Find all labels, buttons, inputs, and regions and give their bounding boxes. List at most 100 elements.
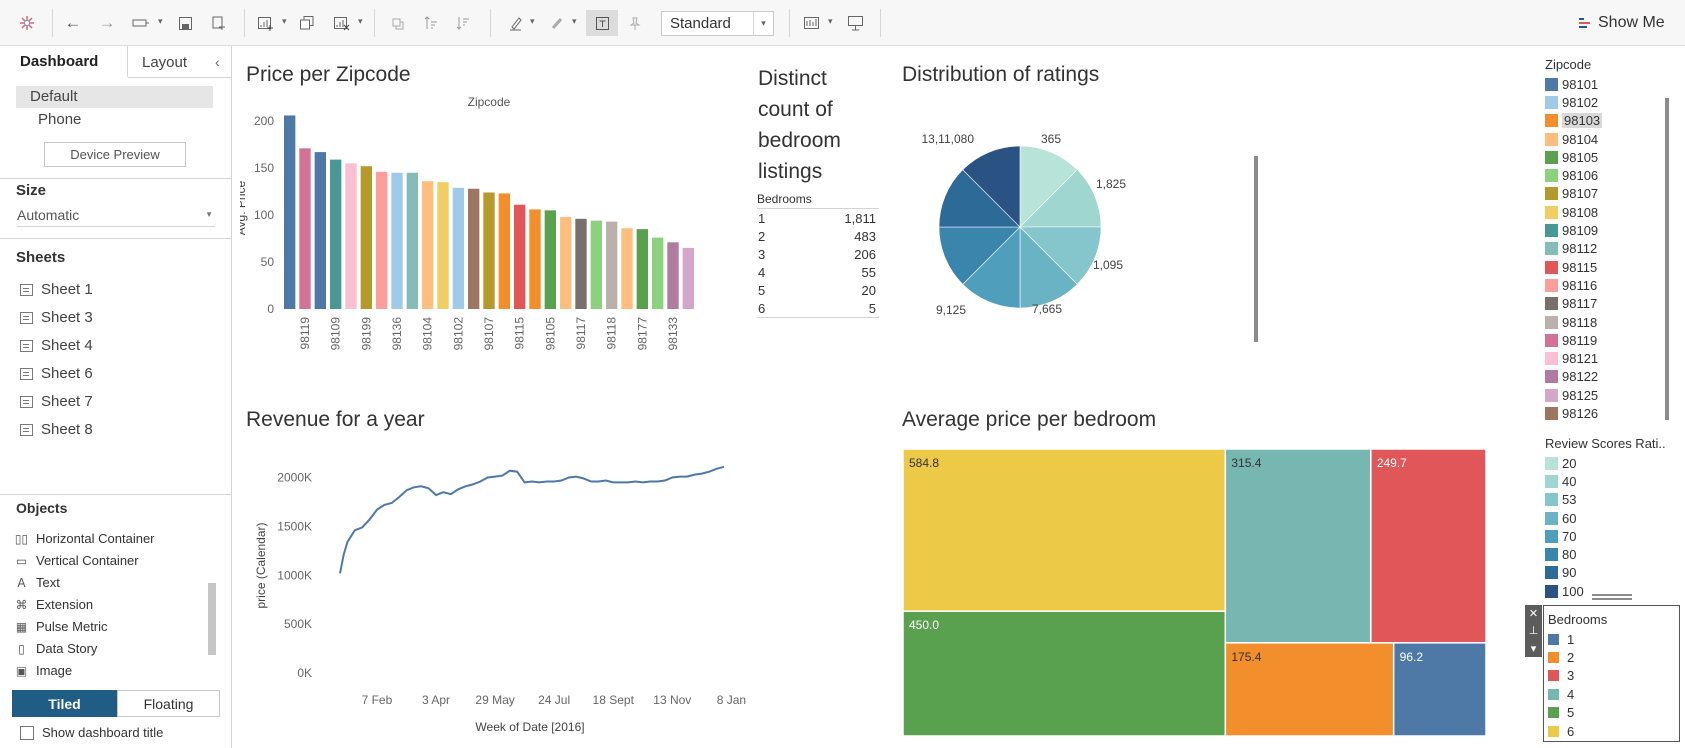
sheet-item[interactable]: Sheet 6 [20,365,93,382]
chevron-down-icon[interactable]: ▾ [530,16,535,27]
ratings-pie-chart: 3651,8251,0957,6659,1251,20,8155,62,4651… [922,132,1127,317]
sheet-item[interactable]: Sheet 7 [20,393,93,410]
sort-descending-icon[interactable] [452,12,474,34]
highlight-icon[interactable] [504,12,526,34]
sheet-item[interactable]: Sheet 1 [20,281,93,298]
sort-ascending-icon[interactable] [420,12,442,34]
tableau-logo-icon[interactable] [16,12,38,34]
legend-item[interactable]: 3 [1546,667,1679,685]
legend-item[interactable]: 98115 [1545,258,1602,276]
legend-item[interactable]: 2 [1546,648,1679,666]
object-data-story[interactable]: ▯ Data Story [14,641,97,656]
clear-sheet-icon[interactable] [330,12,352,34]
legend-item[interactable]: 98121 [1545,349,1602,367]
legend-item[interactable]: 6 [1546,722,1679,740]
table-row[interactable]: 1 1,811 [757,209,879,227]
redo-icon[interactable]: → [96,12,118,34]
legend-item[interactable]: 98122 [1545,368,1602,386]
legend-item[interactable]: 90 [1545,564,1666,582]
close-icon[interactable]: ✕ [1529,607,1538,620]
collapse-panel-icon[interactable]: ‹ [215,46,220,78]
chevron-down-icon[interactable]: ▾ [158,16,163,27]
device-phone[interactable]: Phone [38,111,81,128]
vertical-scrollbar[interactable] [1254,156,1258,342]
replace-data-icon[interactable] [130,12,152,34]
legend-label: 40 [1562,473,1577,489]
show-title-label: Show dashboard title [42,725,164,740]
device-default[interactable]: Default [16,86,213,108]
table-row[interactable]: 4 55 [757,263,879,281]
new-sheet-icon[interactable] [254,12,276,34]
legend-item[interactable]: 70 [1545,527,1666,545]
legend-item[interactable]: 5 [1546,704,1679,722]
object-text[interactable]: A Text [14,575,59,590]
legend-item[interactable]: 98119 [1545,331,1602,349]
legend-item[interactable]: 98125 [1545,386,1602,404]
tab-dashboard[interactable]: Dashboard [0,46,128,78]
chevron-down-icon[interactable]: ▾ [1531,642,1537,655]
legend-item[interactable]: 98101 [1545,75,1602,93]
chevron-down-icon[interactable]: ▾ [358,16,363,27]
legend-item[interactable]: 98117 [1545,295,1602,313]
object-horizontal-container[interactable]: ▯▯ Horizontal Container [14,531,155,546]
table-row[interactable]: 2 483 [757,227,879,245]
legend-item[interactable]: 98112 [1545,240,1602,258]
legend-item[interactable]: 98104 [1545,130,1602,148]
swap-rows-icon[interactable] [386,12,408,34]
table-row[interactable]: 65 [757,299,879,317]
object-image[interactable]: ▣ Image [14,663,72,678]
show-title-checkbox[interactable] [20,725,34,740]
save-icon[interactable] [174,12,196,34]
duplicate-sheet-icon[interactable] [296,12,318,34]
show-me-button[interactable]: Show Me [1578,12,1665,34]
legend-item[interactable]: 40 [1545,472,1666,490]
legend-item[interactable]: 20 [1545,454,1666,472]
size-select[interactable]: Automatic ▼ [17,207,215,227]
tab-layout[interactable]: Layout [142,46,187,78]
legend-item[interactable]: 98107 [1545,185,1602,203]
legend-item[interactable]: 53 [1545,491,1666,509]
group-members-icon[interactable] [546,12,568,34]
legend-item[interactable]: 1 [1546,630,1679,648]
sheet-item[interactable]: Sheet 3 [20,309,93,326]
object-extension[interactable]: ⌘ Extension [14,597,94,612]
floating-button[interactable]: Floating [117,690,220,717]
presentation-mode-icon[interactable] [844,12,866,34]
drag-handle[interactable] [1592,594,1632,600]
legend-label: 98108 [1562,204,1599,220]
legend-item[interactable]: 80 [1545,545,1666,563]
show-mark-labels-icon[interactable] [586,10,618,36]
legend-title: Bedrooms [1548,612,1608,627]
pin-icon[interactable]: ⊥ [1529,624,1539,637]
chevron-down-icon[interactable]: ▾ [282,16,287,27]
legend-item[interactable]: 98106 [1545,166,1602,184]
legend-item[interactable]: 98105 [1545,148,1602,166]
legend-scrollbar[interactable] [1663,76,1671,436]
legend-item[interactable]: 4 [1546,685,1679,703]
bar [621,228,633,309]
tiled-button[interactable]: Tiled [12,690,117,717]
legend-item[interactable]: 98116 [1545,276,1602,294]
fit-mode-select[interactable]: Standard ▾ [661,11,774,36]
object-pulse-metric[interactable]: ▦ Pulse Metric [14,619,108,634]
legend-item[interactable]: 60 [1545,509,1666,527]
device-preview-button[interactable]: Device Preview [44,142,186,167]
show-title-option[interactable]: Show dashboard title [20,725,163,740]
new-datasource-icon[interactable] [208,12,230,34]
legend-item[interactable]: 98102 [1545,93,1602,111]
pin-icon[interactable] [624,12,646,34]
table-row[interactable]: 5 20 [757,281,879,299]
legend-item[interactable]: 98126 [1545,404,1602,422]
legend-item[interactable]: 98118 [1545,313,1602,331]
chevron-down-icon[interactable]: ▾ [572,16,577,27]
object-vertical-container[interactable]: ▭ Vertical Container [14,553,139,568]
undo-icon[interactable]: ← [62,12,84,34]
show-cards-icon[interactable] [800,12,822,34]
chevron-down-icon[interactable]: ▾ [828,16,833,27]
legend-item[interactable]: 98108 [1545,203,1602,221]
legend-item[interactable]: 98109 [1545,221,1602,239]
legend-item[interactable]: 98103 [1545,112,1603,130]
table-row[interactable]: 3 206 [757,245,879,263]
sheet-item[interactable]: Sheet 8 [20,421,93,438]
sheet-item[interactable]: Sheet 4 [20,337,93,354]
